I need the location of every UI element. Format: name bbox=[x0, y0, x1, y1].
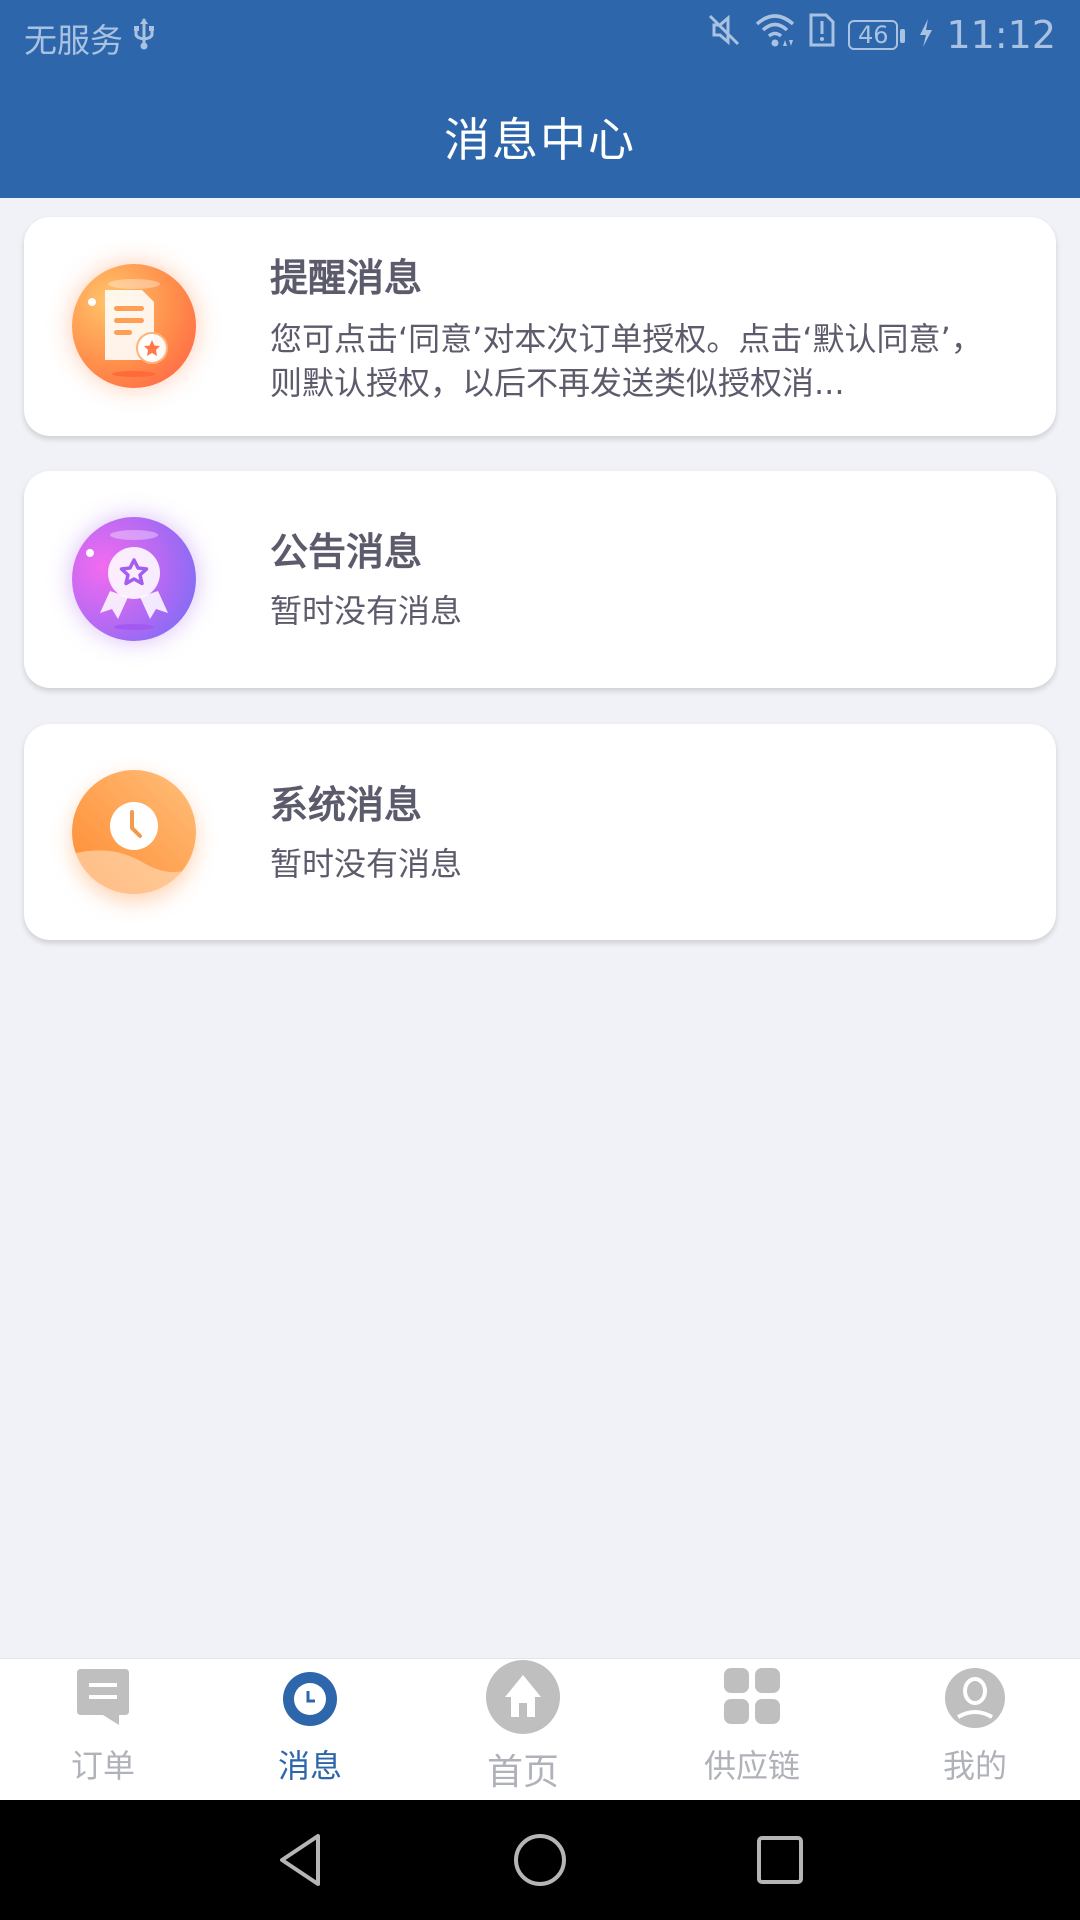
reminder-document-icon bbox=[72, 264, 196, 388]
back-icon[interactable] bbox=[270, 1830, 330, 1890]
message-title: 系统消息 bbox=[270, 783, 423, 827]
tab-label: 我的 bbox=[942, 1747, 1007, 1785]
tab-profile[interactable]: 我的 bbox=[885, 1659, 1065, 1801]
tab-supply-chain[interactable]: 供应链 bbox=[662, 1659, 842, 1801]
system-nav-bar bbox=[0, 1800, 1080, 1920]
message-card-reminder[interactable]: 提醒消息 您可点击‘同意’对本次订单授权。点击‘默认同意’，则默认授权，以后不再… bbox=[24, 217, 1056, 436]
sim-alert-icon bbox=[808, 12, 836, 57]
mute-icon bbox=[706, 12, 742, 57]
clock-icon bbox=[282, 1671, 338, 1731]
tab-label: 首页 bbox=[486, 1752, 559, 1793]
system-clock-icon bbox=[72, 770, 196, 894]
message-title: 公告消息 bbox=[270, 530, 423, 574]
user-icon bbox=[944, 1667, 1006, 1733]
home-circle-icon[interactable] bbox=[510, 1830, 570, 1890]
carrier-text: 无服务 bbox=[24, 21, 123, 60]
status-bar: 无服务 46 11:12 bbox=[0, 0, 1080, 76]
tab-home[interactable]: 首页 bbox=[433, 1659, 613, 1801]
chat-bubble-icon bbox=[73, 1667, 133, 1731]
grid-icon bbox=[723, 1667, 781, 1729]
message-preview: 您可点击‘同意’对本次订单授权。点击‘默认同意’，则默认授权，以后不再发送类似授… bbox=[270, 320, 983, 402]
clock-time: 11:12 bbox=[946, 12, 1056, 57]
usb-icon bbox=[133, 17, 155, 59]
page-title: 消息中心 bbox=[444, 113, 636, 167]
tab-orders[interactable]: 订单 bbox=[13, 1659, 193, 1801]
announcement-medal-icon bbox=[72, 517, 196, 641]
tab-messages[interactable]: 消息 bbox=[220, 1659, 400, 1801]
recents-icon[interactable] bbox=[750, 1830, 810, 1890]
message-preview: 暂时没有消息 bbox=[270, 845, 463, 883]
message-card-system[interactable]: 系统消息 暂时没有消息 bbox=[24, 724, 1056, 940]
message-title: 提醒消息 bbox=[270, 256, 423, 300]
home-icon bbox=[485, 1659, 561, 1739]
charging-icon bbox=[918, 13, 934, 57]
status-left: 无服务 bbox=[24, 14, 155, 62]
message-preview: 暂时没有消息 bbox=[270, 592, 463, 630]
battery-icon: 46 bbox=[847, 19, 905, 50]
bottom-tab-bar: 订单 消息 首页 供应链 我的 bbox=[0, 1658, 1080, 1800]
wifi-icon bbox=[754, 12, 796, 57]
message-card-announcement[interactable]: 公告消息 暂时没有消息 bbox=[24, 471, 1056, 688]
tab-label: 供应链 bbox=[703, 1747, 800, 1785]
tab-label: 订单 bbox=[70, 1747, 135, 1785]
tab-label: 消息 bbox=[277, 1747, 342, 1785]
battery-level: 46 bbox=[857, 20, 889, 49]
status-right: 46 11:12 bbox=[706, 12, 1056, 57]
app-header: 消息中心 bbox=[0, 76, 1080, 198]
